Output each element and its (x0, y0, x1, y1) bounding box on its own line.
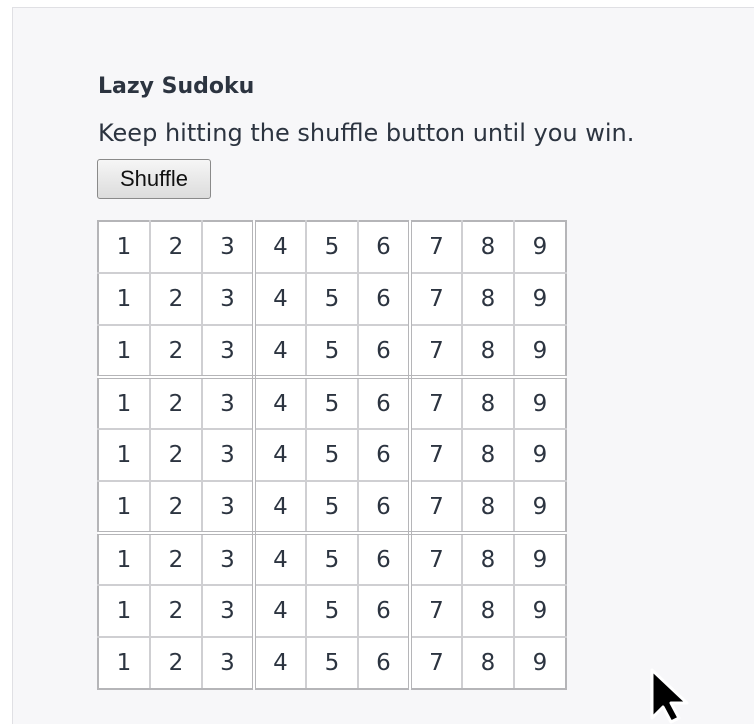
sudoku-cell[interactable]: 2 (149, 220, 203, 274)
sudoku-cell[interactable]: 3 (201, 324, 256, 379)
sudoku-cell[interactable]: 3 (201, 584, 256, 638)
sudoku-cell[interactable]: 8 (461, 636, 515, 690)
sudoku-cell[interactable]: 1 (97, 480, 151, 535)
sudoku-cell[interactable]: 3 (201, 532, 256, 586)
sudoku-cell[interactable]: 1 (97, 636, 151, 690)
board-row: 123456789 (97, 532, 567, 586)
sudoku-cell[interactable]: 9 (513, 636, 567, 690)
sudoku-cell[interactable]: 4 (253, 532, 307, 586)
sudoku-cell[interactable]: 5 (305, 376, 359, 430)
sudoku-cell[interactable]: 7 (409, 376, 463, 430)
sudoku-cell[interactable]: 3 (201, 480, 256, 535)
sudoku-cell[interactable]: 5 (305, 480, 359, 535)
sudoku-cell[interactable]: 4 (253, 220, 307, 274)
board-row: 123456789 (97, 220, 567, 274)
sudoku-board: 1234567891234567891234567891234567891234… (97, 220, 567, 690)
app-panel: Lazy Sudoku Keep hitting the shuffle but… (12, 7, 754, 724)
sudoku-cell[interactable]: 4 (253, 324, 307, 379)
instructions-text: Keep hitting the shuffle button until yo… (98, 119, 635, 147)
sudoku-cell[interactable]: 9 (513, 428, 567, 482)
sudoku-cell[interactable]: 6 (357, 584, 412, 638)
sudoku-cell[interactable]: 2 (149, 376, 203, 430)
sudoku-cell[interactable]: 1 (97, 428, 151, 482)
sudoku-cell[interactable]: 8 (461, 324, 515, 379)
sudoku-cell[interactable]: 7 (409, 272, 463, 326)
shuffle-button[interactable]: Shuffle (97, 159, 211, 199)
sudoku-cell[interactable]: 4 (253, 636, 307, 690)
sudoku-cell[interactable]: 2 (149, 272, 203, 326)
board-row: 123456789 (97, 428, 567, 482)
sudoku-cell[interactable]: 8 (461, 220, 515, 274)
sudoku-cell[interactable]: 4 (253, 428, 307, 482)
sudoku-cell[interactable]: 8 (461, 532, 515, 586)
sudoku-cell[interactable]: 9 (513, 480, 567, 535)
board-row: 123456789 (97, 376, 567, 430)
sudoku-cell[interactable]: 5 (305, 584, 359, 638)
sudoku-cell[interactable]: 8 (461, 428, 515, 482)
sudoku-cell[interactable]: 9 (513, 272, 567, 326)
sudoku-cell[interactable]: 2 (149, 532, 203, 586)
sudoku-cell[interactable]: 1 (97, 532, 151, 586)
mouse-pointer-icon (650, 668, 689, 724)
sudoku-cell[interactable]: 4 (253, 272, 307, 326)
sudoku-cell[interactable]: 2 (149, 584, 203, 638)
sudoku-cell[interactable]: 7 (409, 220, 463, 274)
sudoku-cell[interactable]: 2 (149, 428, 203, 482)
sudoku-cell[interactable]: 7 (409, 428, 463, 482)
sudoku-cell[interactable]: 8 (461, 272, 515, 326)
sudoku-cell[interactable]: 6 (357, 636, 412, 690)
sudoku-cell[interactable]: 9 (513, 324, 567, 379)
sudoku-cell[interactable]: 6 (357, 376, 412, 430)
sudoku-cell[interactable]: 3 (201, 272, 256, 326)
sudoku-cell[interactable]: 9 (513, 376, 567, 430)
sudoku-cell[interactable]: 1 (97, 584, 151, 638)
sudoku-cell[interactable]: 7 (409, 532, 463, 586)
sudoku-cell[interactable]: 5 (305, 272, 359, 326)
sudoku-cell[interactable]: 6 (357, 480, 412, 535)
sudoku-cell[interactable]: 6 (357, 324, 412, 379)
sudoku-cell[interactable]: 3 (201, 220, 256, 274)
sudoku-cell[interactable]: 4 (253, 584, 307, 638)
sudoku-cell[interactable]: 1 (97, 220, 151, 274)
sudoku-cell[interactable]: 2 (149, 324, 203, 379)
sudoku-cell[interactable]: 6 (357, 220, 412, 274)
sudoku-cell[interactable]: 4 (253, 376, 307, 430)
sudoku-cell[interactable]: 3 (201, 376, 256, 430)
sudoku-cell[interactable]: 1 (97, 376, 151, 430)
sudoku-cell[interactable]: 7 (409, 584, 463, 638)
sudoku-cell[interactable]: 9 (513, 532, 567, 586)
sudoku-cell[interactable]: 9 (513, 220, 567, 274)
sudoku-cell[interactable]: 8 (461, 584, 515, 638)
board-row: 123456789 (97, 584, 567, 638)
sudoku-cell[interactable]: 1 (97, 272, 151, 326)
sudoku-cell[interactable]: 6 (357, 272, 412, 326)
sudoku-cell[interactable]: 6 (357, 532, 412, 586)
sudoku-cell[interactable]: 9 (513, 584, 567, 638)
sudoku-cell[interactable]: 2 (149, 636, 203, 690)
sudoku-cell[interactable]: 3 (201, 636, 256, 690)
sudoku-cell[interactable]: 5 (305, 636, 359, 690)
page-title: Lazy Sudoku (98, 74, 255, 99)
sudoku-cell[interactable]: 7 (409, 636, 463, 690)
sudoku-cell[interactable]: 4 (253, 480, 307, 535)
sudoku-cell[interactable]: 6 (357, 428, 412, 482)
board-row: 123456789 (97, 272, 567, 326)
sudoku-cell[interactable]: 5 (305, 532, 359, 586)
board-row: 123456789 (97, 480, 567, 535)
sudoku-cell[interactable]: 8 (461, 480, 515, 535)
sudoku-cell[interactable]: 5 (305, 428, 359, 482)
sudoku-cell[interactable]: 3 (201, 428, 256, 482)
sudoku-cell[interactable]: 7 (409, 480, 463, 535)
board-row: 123456789 (97, 636, 567, 690)
sudoku-cell[interactable]: 8 (461, 376, 515, 430)
sudoku-cell[interactable]: 7 (409, 324, 463, 379)
sudoku-cell[interactable]: 1 (97, 324, 151, 379)
sudoku-cell[interactable]: 5 (305, 324, 359, 379)
sudoku-cell[interactable]: 2 (149, 480, 203, 535)
board-row: 123456789 (97, 324, 567, 379)
sudoku-cell[interactable]: 5 (305, 220, 359, 274)
